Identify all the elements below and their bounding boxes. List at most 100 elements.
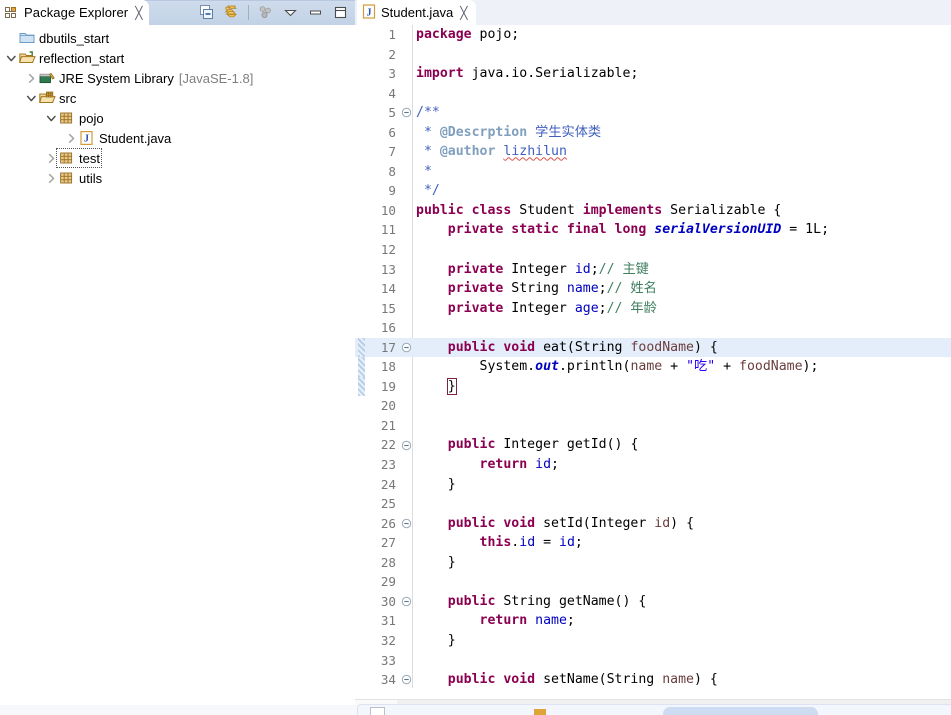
chevron-down-icon[interactable] xyxy=(282,4,299,21)
code-line[interactable]: 21 xyxy=(355,416,951,436)
code-line[interactable]: 29 xyxy=(355,572,951,592)
collapse-all-icon[interactable] xyxy=(198,4,215,21)
maximize-icon[interactable] xyxy=(332,4,349,21)
bottom-view-panel[interactable] xyxy=(357,704,951,715)
code-text: public void setId(Integer id) { xyxy=(447,515,695,531)
project-tree[interactable]: dbutils_start reflection_start JRE System … xyxy=(0,25,355,715)
code-text: return name; xyxy=(479,613,575,629)
code-line[interactable]: 26 public void setId(Integer id) { xyxy=(355,514,951,534)
tree-item-pojo[interactable]: pojo xyxy=(0,108,355,128)
bottom-panel-active-tab[interactable] xyxy=(663,707,818,715)
line-number: 22 xyxy=(380,437,396,453)
code-line[interactable]: 10 public class Student implements Serial… xyxy=(355,201,951,221)
code-text: private static final long serialVersionU… xyxy=(447,222,830,238)
code-line[interactable]: 16 xyxy=(355,318,951,338)
tab-package-explorer[interactable]: Package Explorer ╳ xyxy=(0,0,150,25)
code-line[interactable]: 30 public String getName() { xyxy=(355,592,951,612)
tree-item-student-java[interactable]: J Student.java xyxy=(0,128,355,148)
line-number: 14 xyxy=(380,281,396,297)
code-line[interactable]: 31 return name; xyxy=(355,611,951,631)
chevron-down-icon[interactable] xyxy=(24,88,38,108)
package-icon xyxy=(58,150,76,166)
package-icon xyxy=(58,170,76,186)
tree-item-label: utils xyxy=(79,170,103,186)
minimize-icon[interactable] xyxy=(307,4,324,21)
code-text: * xyxy=(423,163,432,179)
tree-item-src[interactable]: src xyxy=(0,88,355,108)
code-line[interactable]: 3 import java.io.Serializable; xyxy=(355,64,951,84)
code-line[interactable]: 8 * xyxy=(355,162,951,182)
fold-collapse-icon[interactable] xyxy=(400,592,412,612)
fold-collapse-icon[interactable] xyxy=(400,435,412,455)
tree-item-test[interactable]: test xyxy=(0,148,355,168)
line-number: 18 xyxy=(380,359,396,375)
code-text: * @author lizhilun xyxy=(423,144,567,160)
chevron-right-icon[interactable] xyxy=(44,148,58,168)
code-line[interactable]: 6 * @Descrption 学生实体类 xyxy=(355,123,951,143)
line-number: 16 xyxy=(380,320,396,336)
code-text: /** xyxy=(416,105,440,121)
svg-text:J: J xyxy=(84,134,89,145)
tab-student-java[interactable]: J Student.java ╳ xyxy=(357,0,476,25)
code-line[interactable]: 14 private String name;// 姓名 xyxy=(355,279,951,299)
line-number: 26 xyxy=(380,515,396,531)
chevron-down-icon[interactable] xyxy=(44,108,58,128)
code-editor[interactable]: 1 package pojo; 2 3 import java.io.Serializa… xyxy=(355,25,951,688)
code-text: public class Student implements Serializ… xyxy=(416,202,782,218)
code-line[interactable]: 12 xyxy=(355,240,951,260)
svg-text:J: J xyxy=(367,7,372,18)
editor-tab-label: Student.java xyxy=(381,5,454,20)
code-line[interactable]: 25 xyxy=(355,494,951,514)
code-line[interactable]: 11 private static final long serialVersi… xyxy=(355,220,951,240)
line-number: 4 xyxy=(388,85,396,101)
chevron-right-icon[interactable] xyxy=(24,68,38,88)
line-number: 13 xyxy=(380,261,396,277)
fold-collapse-icon[interactable] xyxy=(400,514,412,534)
fold-collapse-icon[interactable] xyxy=(400,103,412,123)
code-line[interactable]: 4 xyxy=(355,84,951,104)
chevron-right-icon[interactable] xyxy=(64,128,78,148)
line-number: 32 xyxy=(380,632,396,648)
code-line[interactable]: 19 } xyxy=(355,376,951,397)
line-number: 20 xyxy=(380,398,396,414)
java-file-icon: J xyxy=(362,3,376,22)
code-line[interactable]: 5 /** xyxy=(355,103,951,123)
line-number: 30 xyxy=(380,593,396,609)
code-line[interactable]: 33 xyxy=(355,651,951,671)
code-line[interactable]: 24 } xyxy=(355,475,951,495)
tree-item-dbutils_start[interactable]: dbutils_start xyxy=(0,28,355,48)
close-icon[interactable]: ╳ xyxy=(135,7,142,19)
code-line[interactable]: 20 xyxy=(355,396,951,416)
code-line[interactable]: 9 */ xyxy=(355,181,951,201)
code-line[interactable]: 34 public void setName(String name) { xyxy=(355,670,951,688)
chevron-down-icon[interactable] xyxy=(4,48,18,68)
line-number: 15 xyxy=(380,300,396,316)
code-line[interactable]: 18 System.out.println(name + "吃" + foodN… xyxy=(355,357,951,377)
code-line[interactable]: 13 private Integer id;// 主键 xyxy=(355,260,951,280)
code-line[interactable]: 28 } xyxy=(355,553,951,573)
code-line[interactable]: 17 public void eat(String foodName) { xyxy=(355,337,951,358)
code-line[interactable]: 22 public Integer getId() { xyxy=(355,435,951,455)
line-number: 3 xyxy=(388,66,396,82)
code-line[interactable]: 32 } xyxy=(355,631,951,651)
code-line[interactable]: 15 private Integer age;// 年龄 xyxy=(355,299,951,319)
code-line[interactable]: 1 package pojo; xyxy=(355,25,951,45)
tab-label: Package Explorer xyxy=(24,5,129,20)
view-menu-icon[interactable] xyxy=(257,4,274,21)
fold-collapse-icon[interactable] xyxy=(400,338,412,358)
fold-collapse-icon[interactable] xyxy=(400,670,412,688)
code-line[interactable]: 23 return id; xyxy=(355,455,951,475)
chevron-right-icon[interactable] xyxy=(44,168,58,188)
line-number: 23 xyxy=(380,457,396,473)
tree-item-jre-system-library[interactable]: JRE System Library [JavaSE-1.8] xyxy=(0,68,355,88)
code-line[interactable]: 2 xyxy=(355,45,951,65)
tree-item-utils[interactable]: utils xyxy=(0,168,355,188)
link-with-editor-icon[interactable] xyxy=(223,4,240,21)
tree-item-reflection_start[interactable]: reflection_start xyxy=(0,48,355,68)
code-line[interactable]: 27 this.id = id; xyxy=(355,533,951,553)
code-line[interactable]: 7 * @author lizhilun xyxy=(355,142,951,162)
close-icon[interactable]: ╳ xyxy=(460,7,467,19)
